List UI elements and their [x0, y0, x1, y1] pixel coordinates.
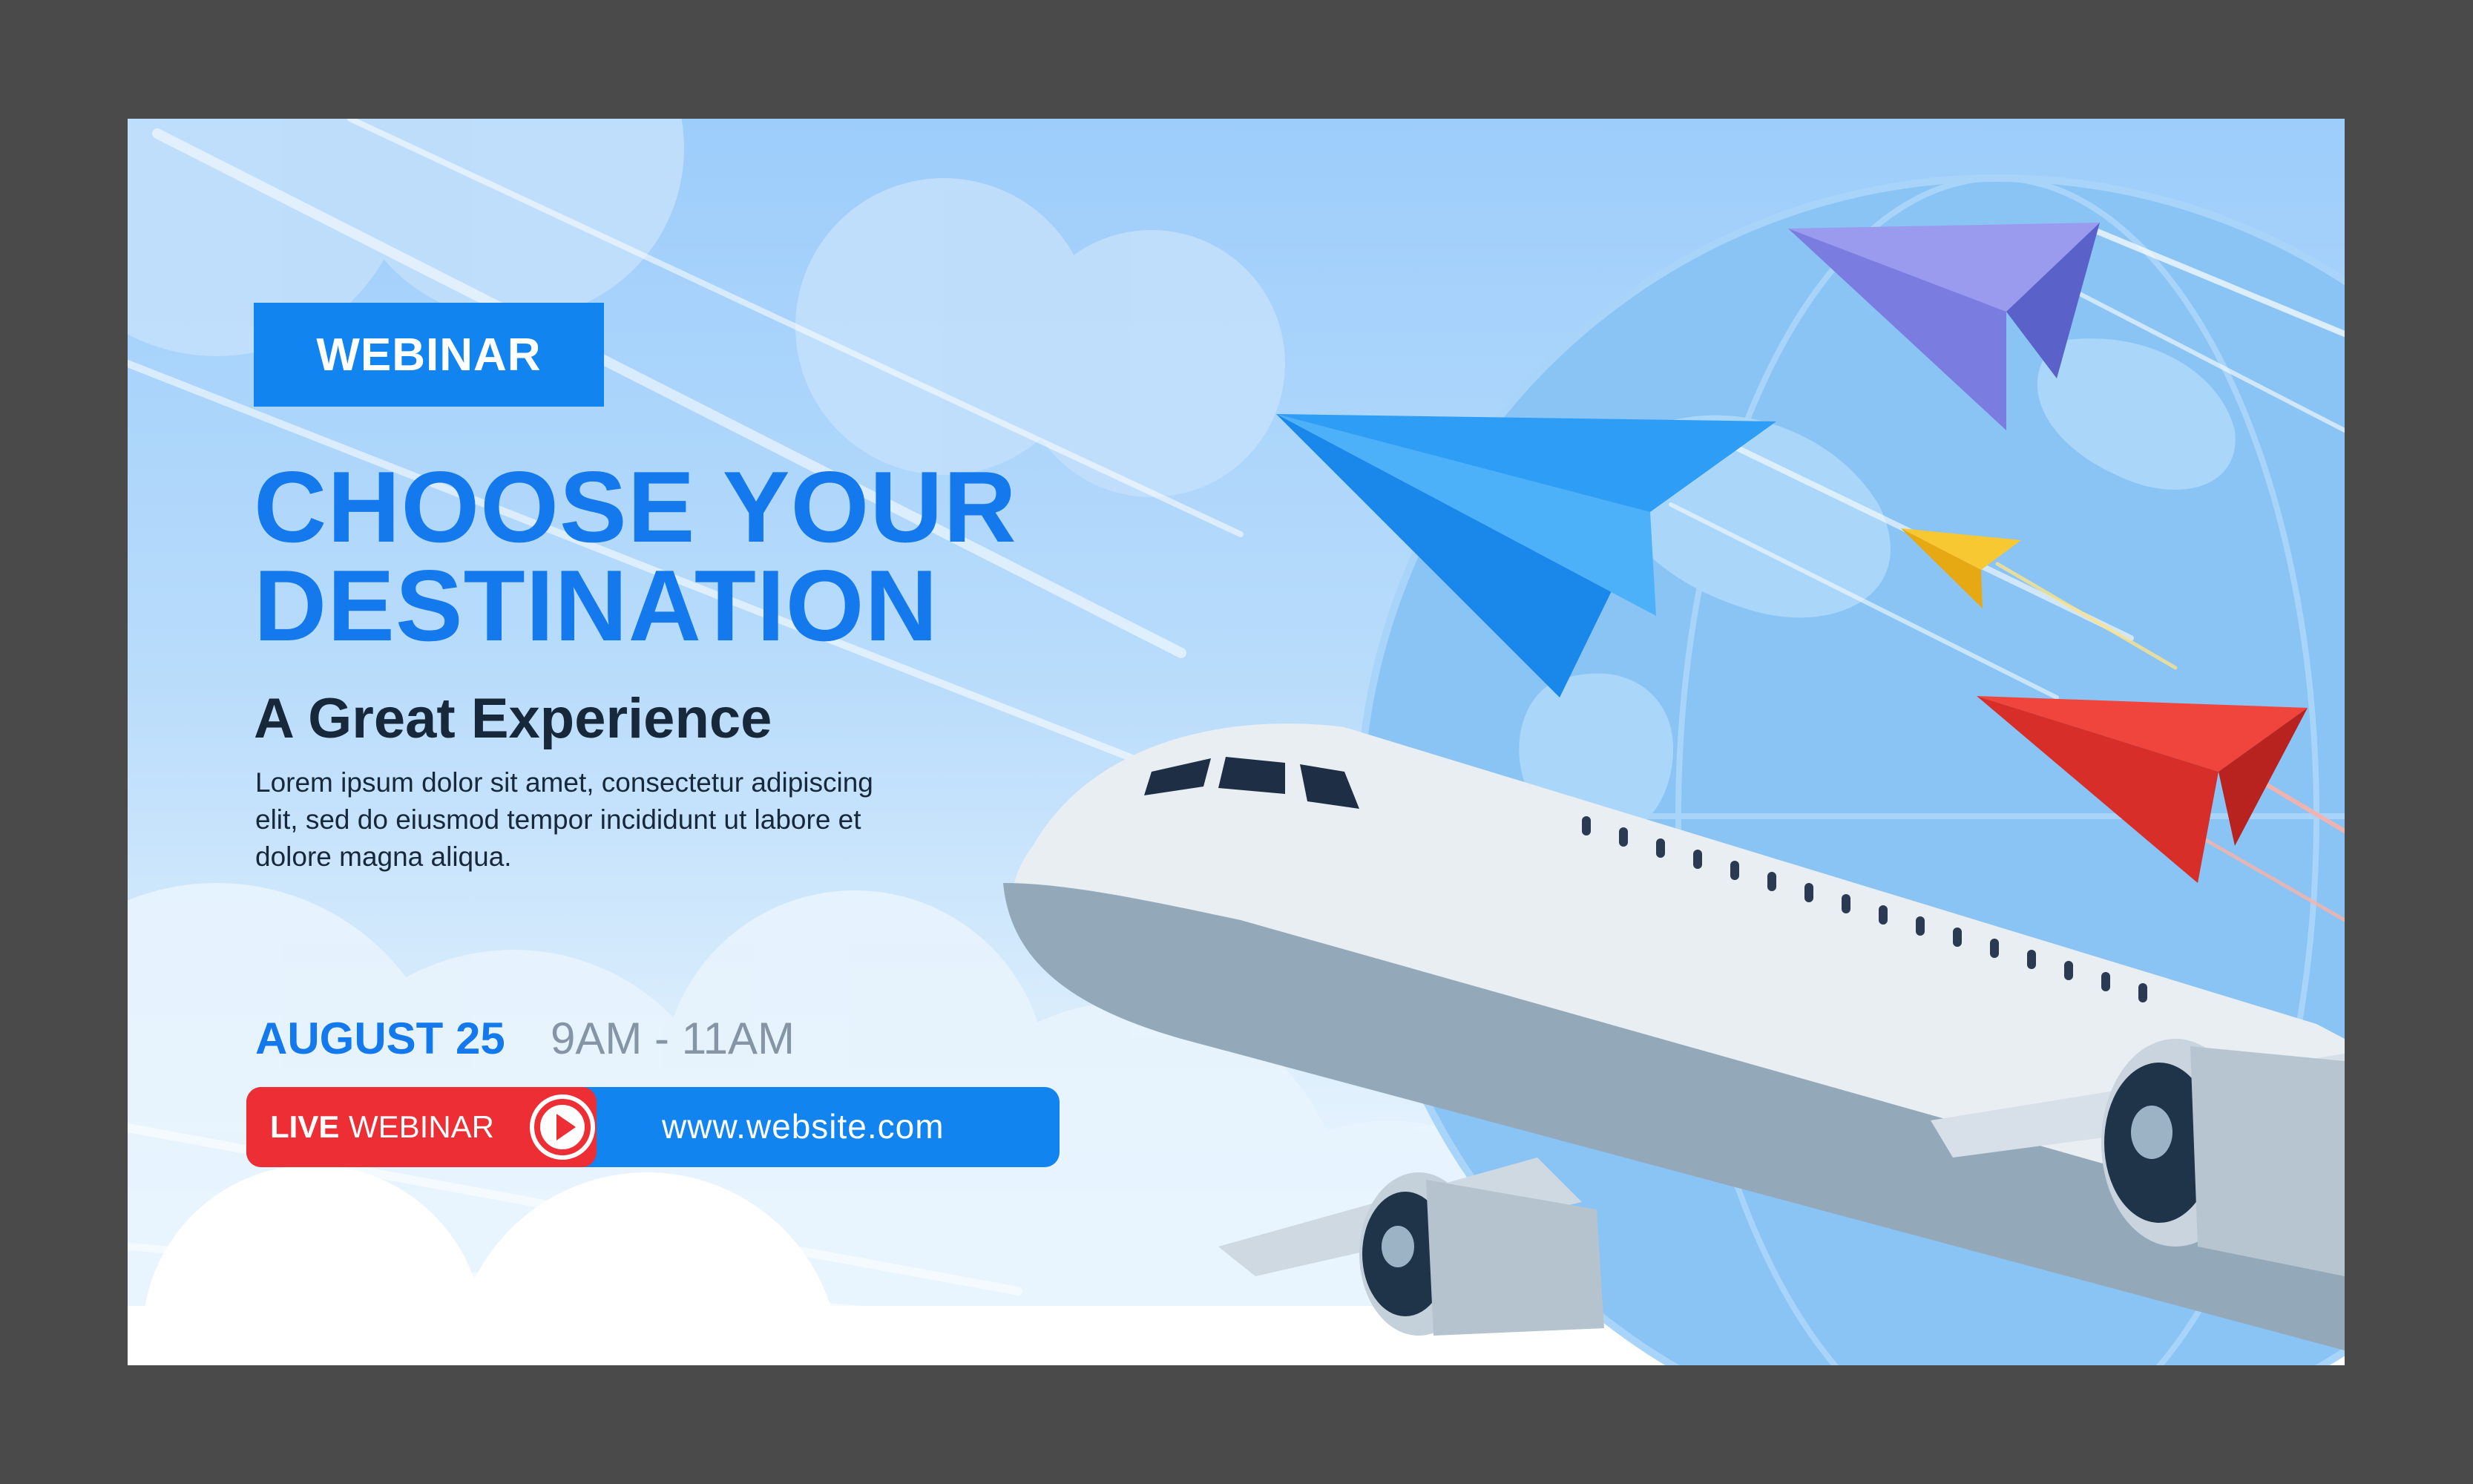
- webinar-tag-label: WEBINAR: [316, 329, 542, 381]
- headline-line-2: DESTINATION: [254, 549, 939, 662]
- webinar-label: WEBINAR: [349, 1109, 495, 1144]
- website-link[interactable]: www.website.com: [662, 1106, 945, 1146]
- live-webinar-button[interactable]: LIVE WEBINAR: [246, 1087, 597, 1167]
- event-time: 9AM - 11AM: [551, 1014, 795, 1063]
- cta-bar[interactable]: LIVE WEBINAR www.website.com: [246, 1087, 1060, 1167]
- subtitle: A Great Experience: [254, 687, 772, 750]
- webinar-banner: WEBINAR CHOOSE YOUR DESTINATION A Great …: [128, 119, 2345, 1365]
- event-date: AUGUST 25: [255, 1014, 505, 1063]
- body-text: Lorem ipsum dolor sit amet, consectetur …: [255, 767, 873, 872]
- live-label: LIVE: [270, 1109, 340, 1144]
- webinar-tag: WEBINAR: [254, 303, 604, 407]
- play-icon[interactable]: [530, 1094, 595, 1160]
